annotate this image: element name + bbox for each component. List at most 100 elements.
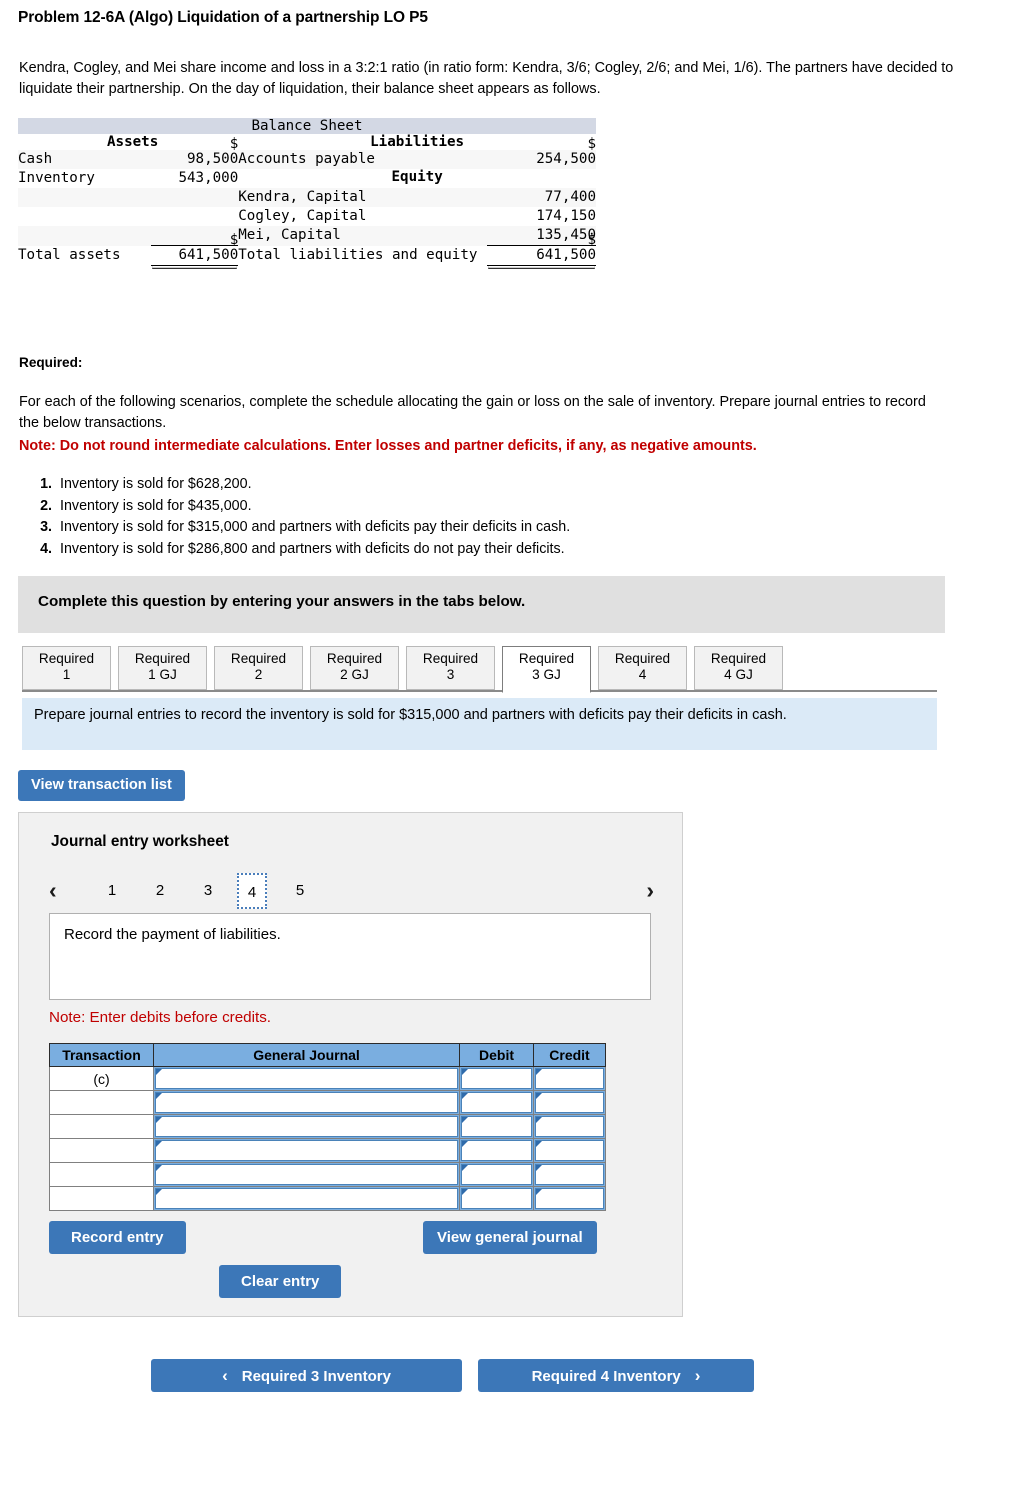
table-row (49, 1186, 606, 1211)
debit-input[interactable] (461, 1116, 532, 1137)
page-button-4[interactable]: 4 (237, 873, 267, 909)
table-row: Inventory 543,000 Equity (18, 169, 596, 188)
page-title: Problem 12-6A (Algo) Liquidation of a pa… (18, 9, 428, 26)
page-button-5[interactable]: 5 (285, 873, 315, 909)
credit-input[interactable] (535, 1068, 604, 1089)
tab-label-line1: Required (230, 651, 287, 666)
account-input[interactable] (155, 1068, 458, 1089)
answer-banner: Complete this question by entering your … (18, 576, 945, 633)
kendra-capital-amount: 77,400 (544, 189, 596, 205)
account-input[interactable] (155, 1092, 458, 1113)
next-page-icon[interactable]: › (646, 875, 654, 905)
required-label: Required: (19, 355, 83, 370)
general-journal-cell[interactable] (153, 1138, 460, 1163)
transaction-ref-cell (49, 1090, 154, 1115)
prev-page-icon[interactable]: ‹ (49, 875, 57, 905)
credit-input[interactable] (535, 1188, 604, 1209)
next-required-button[interactable]: Required 4 Inventory › (478, 1359, 754, 1392)
answer-banner-text: Complete this question by entering your … (38, 593, 526, 610)
tab-required-4-gj[interactable]: Required 4 GJ (694, 646, 783, 690)
tab-bar: Required 1 Required 1 GJ Required 2 Require… (22, 646, 937, 693)
tab-required-3-gj[interactable]: Required 3 GJ (502, 646, 591, 693)
debit-input[interactable] (461, 1164, 532, 1185)
prev-required-button[interactable]: ‹ Required 3 Inventory (151, 1359, 462, 1392)
transaction-ref-cell: (c) (49, 1066, 154, 1091)
view-transaction-list-button[interactable]: View transaction list (18, 770, 185, 801)
clear-entry-button[interactable]: Clear entry (219, 1265, 342, 1298)
view-general-journal-button[interactable]: View general journal (423, 1221, 597, 1254)
tab-required-1-gj[interactable]: Required 1 GJ (118, 646, 207, 690)
debit-cell[interactable] (459, 1138, 534, 1163)
table-row (49, 1138, 606, 1163)
worksheet-pager: ‹ 1 2 3 4 5 › (49, 873, 654, 911)
accounts-payable-amount: 254,500 (536, 151, 596, 167)
equity-header: Equity (391, 169, 443, 185)
general-journal-cell[interactable] (153, 1066, 460, 1091)
tab-label-line2: 4 GJ (724, 667, 753, 682)
spacer-cell (18, 207, 151, 226)
debit-cell[interactable] (459, 1186, 534, 1211)
cash-amount: 98,500 (187, 151, 239, 167)
credit-cell[interactable] (533, 1186, 606, 1211)
accounts-payable-amount-cell: $254,500 (487, 136, 596, 169)
general-journal-cell[interactable] (153, 1186, 460, 1211)
cash-dollar-sign: $ (229, 136, 239, 152)
table-row (49, 1090, 606, 1115)
entry-description-box: Record the payment of liabilities. (49, 913, 651, 1000)
general-journal-cell[interactable] (153, 1162, 460, 1187)
scenario-list: Inventory is sold for $628,200. Inventor… (34, 474, 934, 560)
account-input[interactable] (155, 1116, 458, 1137)
transaction-ref-cell (49, 1186, 154, 1211)
page-button-2[interactable]: 2 (145, 873, 175, 909)
table-row: Mei, Capital 135,450 (18, 226, 596, 246)
table-row: Kendra, Capital 77,400 (18, 188, 596, 207)
tab-required-2-gj[interactable]: Required 2 GJ (310, 646, 399, 690)
tab-required-2[interactable]: Required 2 (214, 646, 303, 690)
account-input[interactable] (155, 1140, 458, 1161)
debit-input[interactable] (461, 1068, 532, 1089)
debit-input[interactable] (461, 1188, 532, 1209)
record-entry-button[interactable]: Record entry (49, 1221, 186, 1254)
general-journal-cell[interactable] (153, 1114, 460, 1139)
credit-cell[interactable] (533, 1162, 606, 1187)
required-note: Note: Do not round intermediate calculat… (19, 438, 757, 454)
credit-cell[interactable] (533, 1066, 606, 1091)
debit-cell[interactable] (459, 1114, 534, 1139)
tab-label-line1: Required (710, 651, 767, 666)
tab-label-line2: 3 GJ (532, 667, 561, 682)
column-header-transaction: Transaction (49, 1043, 154, 1067)
credit-input[interactable] (535, 1116, 604, 1137)
account-input[interactable] (155, 1164, 458, 1185)
tab-label-line1: Required (422, 651, 479, 666)
debit-cell[interactable] (459, 1066, 534, 1091)
tab-required-1[interactable]: Required 1 (22, 646, 111, 690)
debit-input[interactable] (461, 1140, 532, 1161)
page-button-3[interactable]: 3 (193, 873, 223, 909)
tab-label-line1: Required (518, 651, 575, 666)
balance-sheet-title: Balance Sheet (18, 118, 596, 134)
total-assets-dollar-sign: $ (229, 232, 239, 248)
credit-cell[interactable] (533, 1138, 606, 1163)
credit-cell[interactable] (533, 1114, 606, 1139)
debit-input[interactable] (461, 1092, 532, 1113)
chevron-right-icon: › (694, 1366, 701, 1385)
credit-input[interactable] (535, 1140, 604, 1161)
required-body: For each of the following scenarios, com… (19, 392, 949, 457)
credit-input[interactable] (535, 1092, 604, 1113)
tab-label-line1: Required (326, 651, 383, 666)
liabilities-header: Liabilities (370, 134, 465, 150)
credit-cell[interactable] (533, 1090, 606, 1115)
tab-label-line2: 2 GJ (340, 667, 369, 682)
table-header-row: Transaction General Journal Debit Credit (49, 1043, 606, 1067)
tab-required-4[interactable]: Required 4 (598, 646, 687, 690)
credit-input[interactable] (535, 1164, 604, 1185)
page-button-1[interactable]: 1 (97, 873, 127, 909)
debit-cell[interactable] (459, 1162, 534, 1187)
debit-cell[interactable] (459, 1090, 534, 1115)
cash-amount-cell: $98,500 (151, 136, 239, 169)
transaction-ref-cell (49, 1138, 154, 1163)
tab-required-3[interactable]: Required 3 (406, 646, 495, 690)
general-journal-cell[interactable] (153, 1090, 460, 1115)
total-assets-amount: 641,500 (178, 247, 239, 263)
account-input[interactable] (155, 1188, 458, 1209)
